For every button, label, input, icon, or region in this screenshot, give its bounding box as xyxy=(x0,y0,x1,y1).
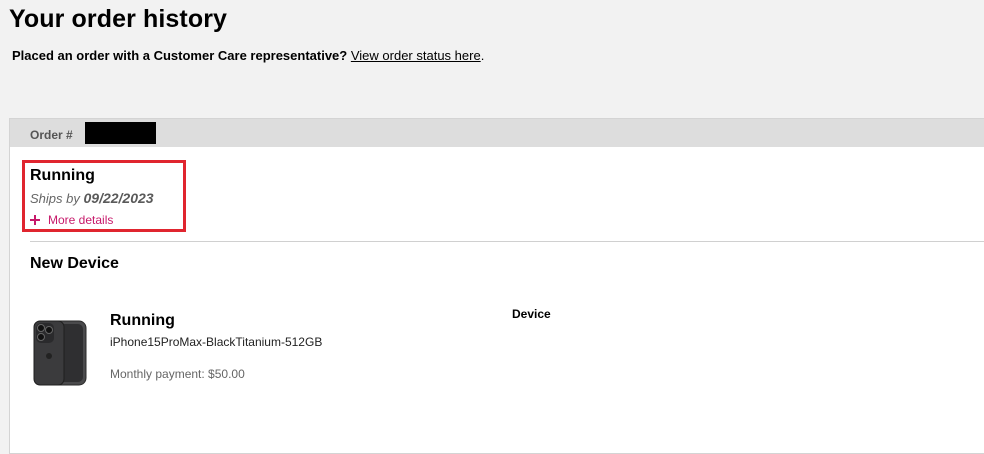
ships-by-date: 09/22/2023 xyxy=(83,190,154,206)
ships-by: Ships by 09/22/2023 xyxy=(30,190,154,207)
order-card: Order # Running Ships by 09/22/2023 More… xyxy=(9,118,984,454)
page-title: Your order history xyxy=(9,5,228,33)
more-details-label: More details xyxy=(48,213,114,227)
order-number-label: Order # xyxy=(30,128,73,142)
customer-care-notice: Placed an order with a Customer Care rep… xyxy=(12,48,484,64)
more-details-toggle[interactable]: More details xyxy=(30,212,113,228)
subline-period: . xyxy=(480,48,485,63)
item-monthly-payment: Monthly payment: $50.00 xyxy=(110,367,245,381)
order-header: Order # xyxy=(10,119,984,147)
plus-icon xyxy=(30,215,40,225)
phone-image xyxy=(33,320,87,386)
item-type: Device xyxy=(512,307,551,321)
redacted-order-number xyxy=(85,122,156,144)
item-status: Running xyxy=(110,312,175,329)
section-title-new-device: New Device xyxy=(30,255,119,272)
order-status: Running xyxy=(30,167,95,184)
customer-care-text: Placed an order with a Customer Care rep… xyxy=(12,48,348,63)
ships-by-label: Ships by xyxy=(30,191,80,206)
item-name: iPhone15ProMax-BlackTitanium-512GB xyxy=(110,335,323,349)
divider xyxy=(30,241,984,242)
view-order-status-link[interactable]: View order status here xyxy=(351,48,481,63)
